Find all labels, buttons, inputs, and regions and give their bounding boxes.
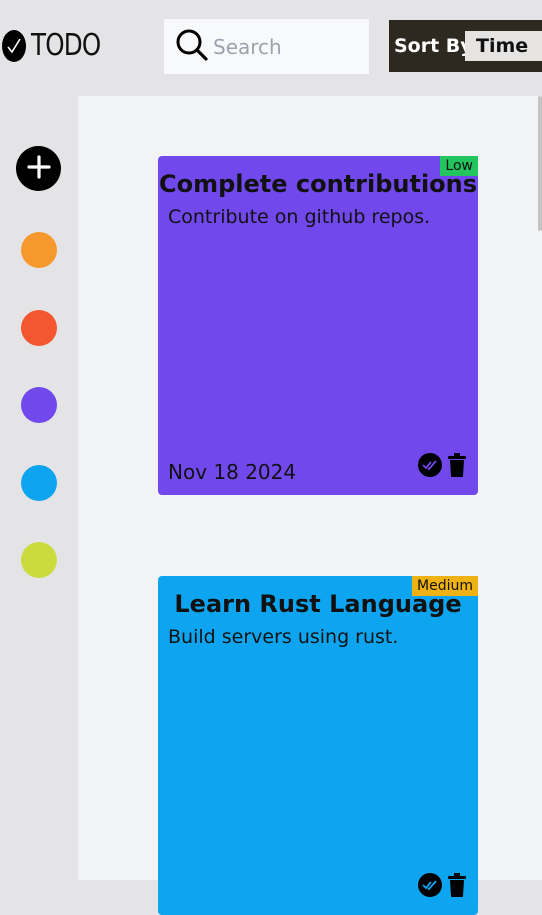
search-input[interactable]	[211, 33, 365, 60]
sort-control: Sort By Time ▼	[389, 20, 542, 72]
search-icon	[176, 29, 208, 65]
sort-select[interactable]: Time ▼	[465, 31, 542, 61]
note-actions	[418, 453, 466, 477]
sort-label: Sort By	[394, 35, 473, 57]
note-card: Medium Learn Rust Language Build servers…	[158, 576, 478, 915]
note-actions	[418, 873, 466, 897]
note-title: Complete contributions	[158, 170, 478, 198]
delete-icon[interactable]	[448, 453, 466, 477]
app-logo: TODO	[2, 28, 116, 64]
sidebar	[0, 96, 78, 880]
note-description: Contribute on github repos.	[168, 206, 431, 228]
check-circle-icon	[2, 30, 26, 62]
delete-icon[interactable]	[448, 873, 466, 897]
color-option-blue[interactable]	[21, 465, 57, 501]
color-option-red[interactable]	[21, 310, 57, 346]
app-title: TODO	[31, 28, 101, 63]
add-note-button[interactable]	[16, 146, 61, 191]
mark-done-icon[interactable]	[418, 873, 442, 897]
sort-selected-value: Time	[476, 35, 529, 57]
note-date: Nov 18 2024	[168, 460, 297, 484]
note-description: Build servers using rust.	[168, 626, 399, 648]
search-box[interactable]	[164, 19, 369, 74]
scrollbar-thumb[interactable]	[538, 96, 542, 231]
color-option-orange[interactable]	[21, 232, 57, 268]
note-title: Learn Rust Language	[174, 590, 462, 618]
color-option-lime[interactable]	[21, 542, 57, 578]
plus-icon	[26, 154, 51, 183]
note-card: Low Complete contributions Contribute on…	[158, 156, 478, 495]
color-option-purple[interactable]	[21, 387, 57, 423]
mark-done-icon[interactable]	[418, 453, 442, 477]
